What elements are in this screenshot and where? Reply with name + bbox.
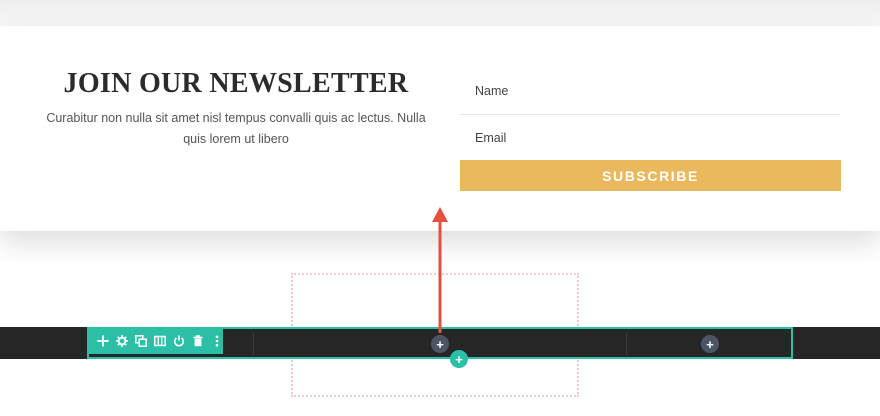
add-row-button[interactable]: + <box>450 350 468 368</box>
name-field[interactable]: Name <box>460 75 840 115</box>
move-icon[interactable] <box>96 334 109 348</box>
add-module-button[interactable]: + <box>431 335 449 353</box>
subscribe-button[interactable]: SUBSCRIBE <box>460 160 841 191</box>
row-toolbar <box>88 328 223 354</box>
gear-icon[interactable] <box>115 334 128 348</box>
more-icon[interactable] <box>210 334 223 348</box>
newsletter-title: JOIN OUR NEWSLETTER <box>63 68 409 99</box>
newsletter-description: Curabitur non nulla sit amet nisl tempus… <box>46 111 426 146</box>
page-top-shade <box>0 0 880 28</box>
newsletter-section: JOIN OUR NEWSLETTER Curabitur non nulla … <box>0 26 880 231</box>
name-placeholder: Name <box>475 84 509 98</box>
add-module-button-right[interactable]: + <box>701 335 719 353</box>
power-icon[interactable] <box>172 334 185 348</box>
columns-icon[interactable] <box>153 334 166 348</box>
trash-icon[interactable] <box>191 334 204 348</box>
email-field[interactable]: Email <box>460 122 840 162</box>
duplicate-icon[interactable] <box>134 334 147 348</box>
email-placeholder: Email <box>475 131 507 145</box>
